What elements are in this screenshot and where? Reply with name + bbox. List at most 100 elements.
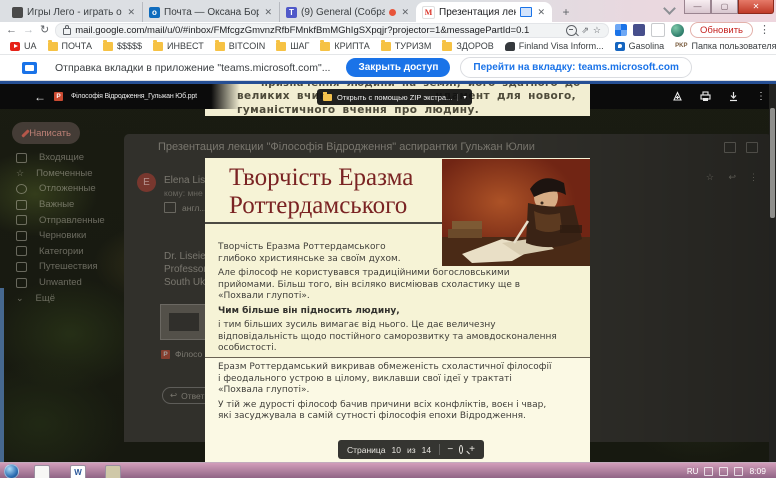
screen-share-icon (22, 62, 37, 74)
reply-icon: ↩ (728, 172, 736, 183)
zip-dropdown-caret-icon[interactable]: ▾ (457, 94, 466, 101)
viewer-scrollbar[interactable] (769, 84, 776, 462)
magnifier-icon[interactable] (459, 445, 463, 454)
goto-shared-tab-button[interactable]: Перейти на вкладку: teams.microsoft.com (460, 57, 691, 78)
folder-icon (276, 42, 286, 51)
clock[interactable]: 8:09 (749, 466, 766, 476)
window-minimize-button[interactable]: — (684, 0, 711, 14)
slide-page-10: Творчість Еразма Роттердамського (205, 158, 590, 358)
tab-teams-meeting[interactable]: T (9) General (Собрание) | Mic ✕ (279, 2, 416, 22)
tray-volume-icon[interactable] (719, 467, 728, 476)
tray-battery-icon[interactable] (734, 467, 743, 476)
bookmark-folder-money[interactable]: $$$$$ (103, 41, 142, 51)
add-to-drive-icon[interactable] (672, 91, 683, 102)
chevron-down-icon[interactable] (663, 2, 676, 15)
browser-menu-icon[interactable]: ⋮ (759, 25, 770, 36)
bookmark-user-folder[interactable]: PKPПапка пользователя (675, 41, 776, 51)
extension-generic-icon[interactable] (651, 23, 665, 37)
url-text[interactable]: mail.google.com/mail/u/0/#inbox/FMfcgzGm… (75, 25, 562, 36)
folder-icon (320, 42, 330, 51)
update-chrome-button[interactable]: Обновить (690, 22, 753, 38)
download-icon[interactable] (728, 91, 739, 102)
open-with-zip-button[interactable]: Открыть с помощью ZIP экстра... ▾ (317, 89, 472, 105)
teams-favicon-icon: T (286, 7, 297, 18)
tab-gmail-presentation[interactable]: M Презентация лекции "Фило ✕ (416, 2, 552, 22)
infobar-text: Отправка вкладки в приложение "teams.mic… (55, 62, 330, 74)
viewer-header-right: ⋮ (590, 84, 776, 109)
bookmark-folder-invest[interactable]: ИНВЕСТ (153, 41, 204, 51)
slide-paragraph: Але філософ не користувався традиційними… (218, 268, 580, 303)
back-button[interactable]: ← (6, 25, 17, 36)
recipient-line: кому: мне ▾ (164, 188, 209, 199)
extension-teams-icon[interactable] (633, 24, 645, 36)
keyboard-language-indicator[interactable]: RU (687, 467, 699, 476)
folder-icon (381, 42, 391, 51)
bookmark-folder-shag[interactable]: ШАГ (276, 41, 309, 51)
powerpoint-icon: P (54, 92, 63, 101)
profile-avatar[interactable] (671, 24, 684, 37)
pencil-icon (21, 129, 23, 137)
open-in-new-icon (746, 142, 758, 153)
taskbar-explorer-icon[interactable] (34, 465, 50, 478)
label-icon (16, 246, 27, 256)
send-to-device-icon[interactable]: ⇗ (581, 25, 589, 36)
bookmark-folder-zdorov[interactable]: ЗДОРОВ (442, 41, 493, 51)
viewer-more-icon[interactable]: ⋮ (756, 91, 766, 102)
reply-arrow-icon: ↩ (170, 390, 177, 401)
print-icon (724, 142, 736, 153)
bookmark-folder-bitcoin[interactable]: BITCOIN (215, 41, 266, 51)
slide-line: гуманістичного вчення про людину. (237, 104, 479, 116)
tab-outlook-mail[interactable]: o Почта — Оксана Борисівна Пет ✕ (142, 2, 279, 22)
ssl-lock-icon[interactable] (63, 28, 71, 35)
print-icon[interactable] (700, 91, 711, 102)
powerpoint-icon: P (161, 350, 170, 359)
zoom-out-button[interactable]: − (447, 444, 453, 455)
viewer-header-left: ← P Філософія Відродження_Гульжан Юб.ppt (0, 84, 240, 109)
gmail-favicon-icon: M (422, 6, 435, 19)
stop-sharing-button[interactable]: Закрыть доступ (346, 58, 450, 77)
reload-button[interactable]: ↻ (40, 25, 49, 36)
taskbar-paint-icon[interactable] (105, 465, 121, 478)
address-bar[interactable]: mail.google.com/mail/u/0/#inbox/FMfcgzGm… (55, 23, 609, 38)
window-close-button[interactable]: ✕ (738, 0, 774, 14)
tab-close-icon[interactable]: ✕ (536, 7, 546, 18)
bookmark-folder-turizm[interactable]: ТУРИЗМ (381, 41, 432, 51)
bookmark-folder-kripta[interactable]: КРИПТА (320, 41, 369, 51)
translate-icon (164, 202, 176, 213)
star-icon: ☆ (16, 169, 24, 177)
tray-network-icon[interactable] (704, 467, 713, 476)
new-tab-button[interactable]: + (558, 4, 574, 20)
bookmark-star-icon[interactable]: ☆ (593, 25, 601, 36)
slide-paragraph: Еразм Роттердамський викривав обмеженіст… (218, 362, 580, 397)
attachment-thumbnail (160, 304, 208, 340)
sender-avatar: E (137, 173, 156, 192)
bookmarks-bar: UA ПОЧТА $$$$$ ИНВЕСТ BITCOIN ШАГ КРИПТА… (0, 38, 776, 55)
screen: Игры Лего - играть онлайн бес ✕ o Почта … (0, 0, 776, 478)
scrollbar-thumb[interactable] (770, 108, 775, 218)
inbox-icon (16, 153, 27, 163)
zip-folder-icon (323, 94, 332, 101)
bookmark-gasolina-1[interactable]: Gasolina (615, 41, 665, 51)
extension-office-icon[interactable] (615, 24, 627, 36)
start-button[interactable] (4, 464, 19, 478)
forward-button[interactable]: → (23, 25, 34, 36)
tab-strip: Игры Лего - играть онлайн бес ✕ o Почта … (0, 0, 776, 22)
gmail-viewer-area: Написать Входящие1434 ☆Помеченные Отложе… (0, 84, 776, 462)
bookmark-finland-visa[interactable]: Finland Visa Inform... (505, 41, 604, 51)
window-maximize-button[interactable]: ▢ (711, 0, 738, 14)
taskbar-word-icon[interactable]: W (70, 465, 86, 478)
bookmark-ua[interactable]: UA (10, 41, 37, 51)
tab-sharing-icon (520, 7, 532, 17)
tab-close-icon[interactable]: ✕ (400, 7, 410, 18)
bookmark-folder-pochta[interactable]: ПОЧТА (48, 41, 92, 51)
title-underline (205, 222, 442, 224)
tab-lego[interactable]: Игры Лего - играть онлайн бес ✕ (6, 2, 142, 22)
viewer-back-button[interactable]: ← (34, 90, 46, 104)
page-toolbar: Страница 10 из 14 − + (338, 440, 484, 459)
tab-close-icon[interactable]: ✕ (263, 7, 273, 18)
slide-body-text: Еразм Роттердамський викривав обмеженіст… (218, 362, 580, 426)
tab-close-icon[interactable]: ✕ (126, 7, 136, 18)
zoom-indicator-icon[interactable] (566, 25, 577, 36)
tab-title: Игры Лего - играть онлайн бес (27, 7, 122, 18)
send-icon (16, 215, 27, 225)
